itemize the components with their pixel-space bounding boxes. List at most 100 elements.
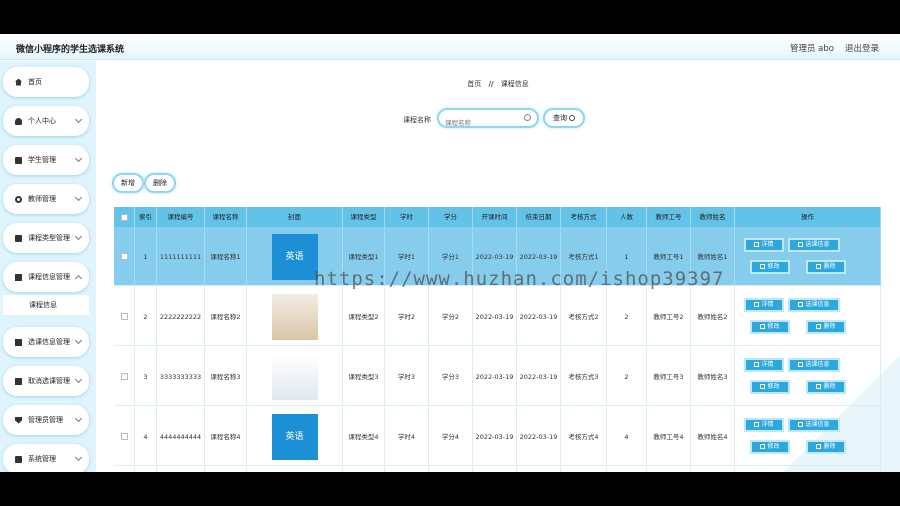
selection-info-button[interactable]: 选课信息 xyxy=(788,358,840,372)
sidebar-item-course-info[interactable]: 课程信息管理 xyxy=(3,262,89,292)
cell-start-date: 2022-03-19 xyxy=(473,347,517,406)
column-header-end-date: 结束日期 xyxy=(517,207,561,227)
cell-text: 学分1 xyxy=(441,252,460,261)
delete-button[interactable]: 删除 xyxy=(144,173,176,193)
edit-button[interactable]: 修改 xyxy=(750,320,790,334)
cell-text: 考核方式2 xyxy=(568,312,599,321)
document-icon xyxy=(754,302,760,307)
cell-hours: 学时3 xyxy=(385,347,429,406)
detail-button[interactable]: 详情 xyxy=(744,298,784,312)
cell-text: 教师姓名2 xyxy=(697,312,728,321)
delete-row-button[interactable]: 删除 xyxy=(806,320,846,334)
pencil-icon xyxy=(760,324,766,329)
cell-text: 2022-03-19 xyxy=(519,252,558,261)
button-label: 删除 xyxy=(823,263,836,270)
cell-exam-method: 考核方式3 xyxy=(561,347,607,406)
pencil-icon xyxy=(760,384,766,389)
query-button[interactable]: 查询 xyxy=(543,108,585,128)
cell-credit: 学分4 xyxy=(429,407,473,466)
cell-course-name: 课程名称5 xyxy=(205,467,247,472)
sidebar-subitem-course-info[interactable]: 课程信息 xyxy=(3,295,89,315)
cell-exam-method: 考核方式2 xyxy=(561,287,607,346)
sidebar-item-label: 课程信息管理 xyxy=(28,273,70,281)
delete-row-button[interactable]: 删除 xyxy=(806,260,846,274)
cell-start-date: 2022-03-19 xyxy=(473,287,517,346)
cell-index: 3 xyxy=(135,347,157,406)
cell-index: 1 xyxy=(135,227,157,286)
logout-link[interactable]: 退出登录 xyxy=(845,42,879,54)
cell-exam-method: 考核方式4 xyxy=(561,407,607,466)
edit-button[interactable]: 修改 xyxy=(750,260,790,274)
sidebar-item-personal-center[interactable]: 个人中心 xyxy=(3,106,89,136)
column-header-start-date: 开课时间 xyxy=(473,207,517,227)
table-row[interactable]: 55555555555课程名称5课程类型5学时5学分52022-03-19202… xyxy=(114,467,881,472)
admin-user[interactable]: 管理员 abo xyxy=(790,42,834,54)
table-row[interactable]: 3 3333333333 课程名称3 课程类型3 学时3 学分3 2022-03-19 202… xyxy=(114,347,881,406)
search-input[interactable] xyxy=(445,116,523,131)
sidebar-item-selection-info[interactable]: 选课信息管理 xyxy=(3,327,89,357)
sidebar-item-admins[interactable]: 管理员管理 xyxy=(3,405,89,435)
chevron-down-icon xyxy=(74,154,83,163)
detail-button[interactable]: 详情 xyxy=(744,418,784,432)
detail-button[interactable]: 详情 xyxy=(744,238,784,252)
table-row[interactable]: 4 4444444444 课程名称4 英语 课程类型4 学时4 学分4 2022-03-19 2… xyxy=(114,407,881,466)
sidebar-item-label: 学生管理 xyxy=(28,156,56,164)
cell-credit: 学分2 xyxy=(429,287,473,346)
pencil-icon xyxy=(760,444,766,449)
column-header-teacher-no: 教师工号 xyxy=(647,207,691,227)
trash-icon xyxy=(816,264,822,269)
cell-text: 学时1 xyxy=(397,252,416,261)
breadcrumb-home[interactable]: 首页 xyxy=(467,80,481,88)
document-icon xyxy=(15,234,22,242)
row-checkbox[interactable] xyxy=(120,313,128,320)
edit-button[interactable]: 修改 xyxy=(750,440,790,454)
sidebar-item-cancel-selection[interactable]: 取消选课管理 xyxy=(3,366,89,396)
cell-index: 4 xyxy=(135,407,157,466)
edit-button[interactable]: 修改 xyxy=(750,380,790,394)
cell-operations: 详情 选课信息修改 删除 xyxy=(735,287,881,346)
cell-text: 2022-03-19 xyxy=(475,372,514,381)
cell-text: 2222222222 xyxy=(159,312,202,321)
sidebar-item-home[interactable]: 首页 xyxy=(3,67,89,97)
cell-teacher-no: 教师工号4 xyxy=(647,407,691,466)
sidebar-item-system[interactable]: 系统管理 xyxy=(3,444,89,472)
chevron-down-icon xyxy=(74,336,83,345)
cell-text: 学时4 xyxy=(397,432,416,441)
cell-course-name: 课程名称3 xyxy=(205,347,247,406)
column-header-credit: 学分 xyxy=(429,207,473,227)
sidebar-item-students[interactable]: 学生管理 xyxy=(3,145,89,175)
cell-course-code: 5555555555 xyxy=(157,467,205,472)
cell-course-type: 课程类型4 xyxy=(343,407,385,466)
cell-select xyxy=(114,287,135,346)
cell-text: 课程类型4 xyxy=(348,432,379,441)
grid-icon xyxy=(15,377,22,385)
row-checkbox[interactable] xyxy=(120,253,128,260)
select-all-checkbox[interactable] xyxy=(120,213,128,221)
course-cover-image xyxy=(271,353,318,400)
document-icon xyxy=(754,242,760,247)
row-checkbox[interactable] xyxy=(120,433,128,440)
add-button[interactable]: 新增 xyxy=(112,173,144,193)
table-row[interactable]: 2 2222222222 课程名称2 课程类型2 学时2 学分2 2022-03-19 202… xyxy=(114,287,881,346)
cell-text: 课程类型1 xyxy=(348,252,379,261)
column-header-select[interactable] xyxy=(114,207,135,227)
row-checkbox[interactable] xyxy=(120,373,128,380)
sidebar-item-teachers[interactable]: 教师管理 xyxy=(3,184,89,214)
cell-teacher-no: 教师工号5 xyxy=(647,467,691,472)
search-field[interactable] xyxy=(437,108,539,131)
cell-text: 教师姓名3 xyxy=(697,372,728,381)
selection-info-button[interactable]: 选课信息 xyxy=(788,238,840,252)
delete-row-button[interactable]: 删除 xyxy=(806,380,846,394)
cell-operations: 详情 选课信息修改 删除 xyxy=(735,227,881,286)
selection-info-button[interactable]: 选课信息 xyxy=(788,298,840,312)
home-icon xyxy=(15,78,22,86)
delete-row-button[interactable]: 删除 xyxy=(806,440,846,454)
detail-button[interactable]: 详情 xyxy=(744,358,784,372)
cell-text: 2 xyxy=(624,312,629,321)
cell-course-type: 课程类型5 xyxy=(343,467,385,472)
selection-info-button[interactable]: 选课信息 xyxy=(788,418,840,432)
app-title: 微信小程序的学生选课系统 xyxy=(16,45,125,55)
cell-cover xyxy=(247,287,343,346)
sidebar-item-course-types[interactable]: 课程类型管理 xyxy=(3,223,89,253)
cell-text: 4 xyxy=(143,432,148,441)
